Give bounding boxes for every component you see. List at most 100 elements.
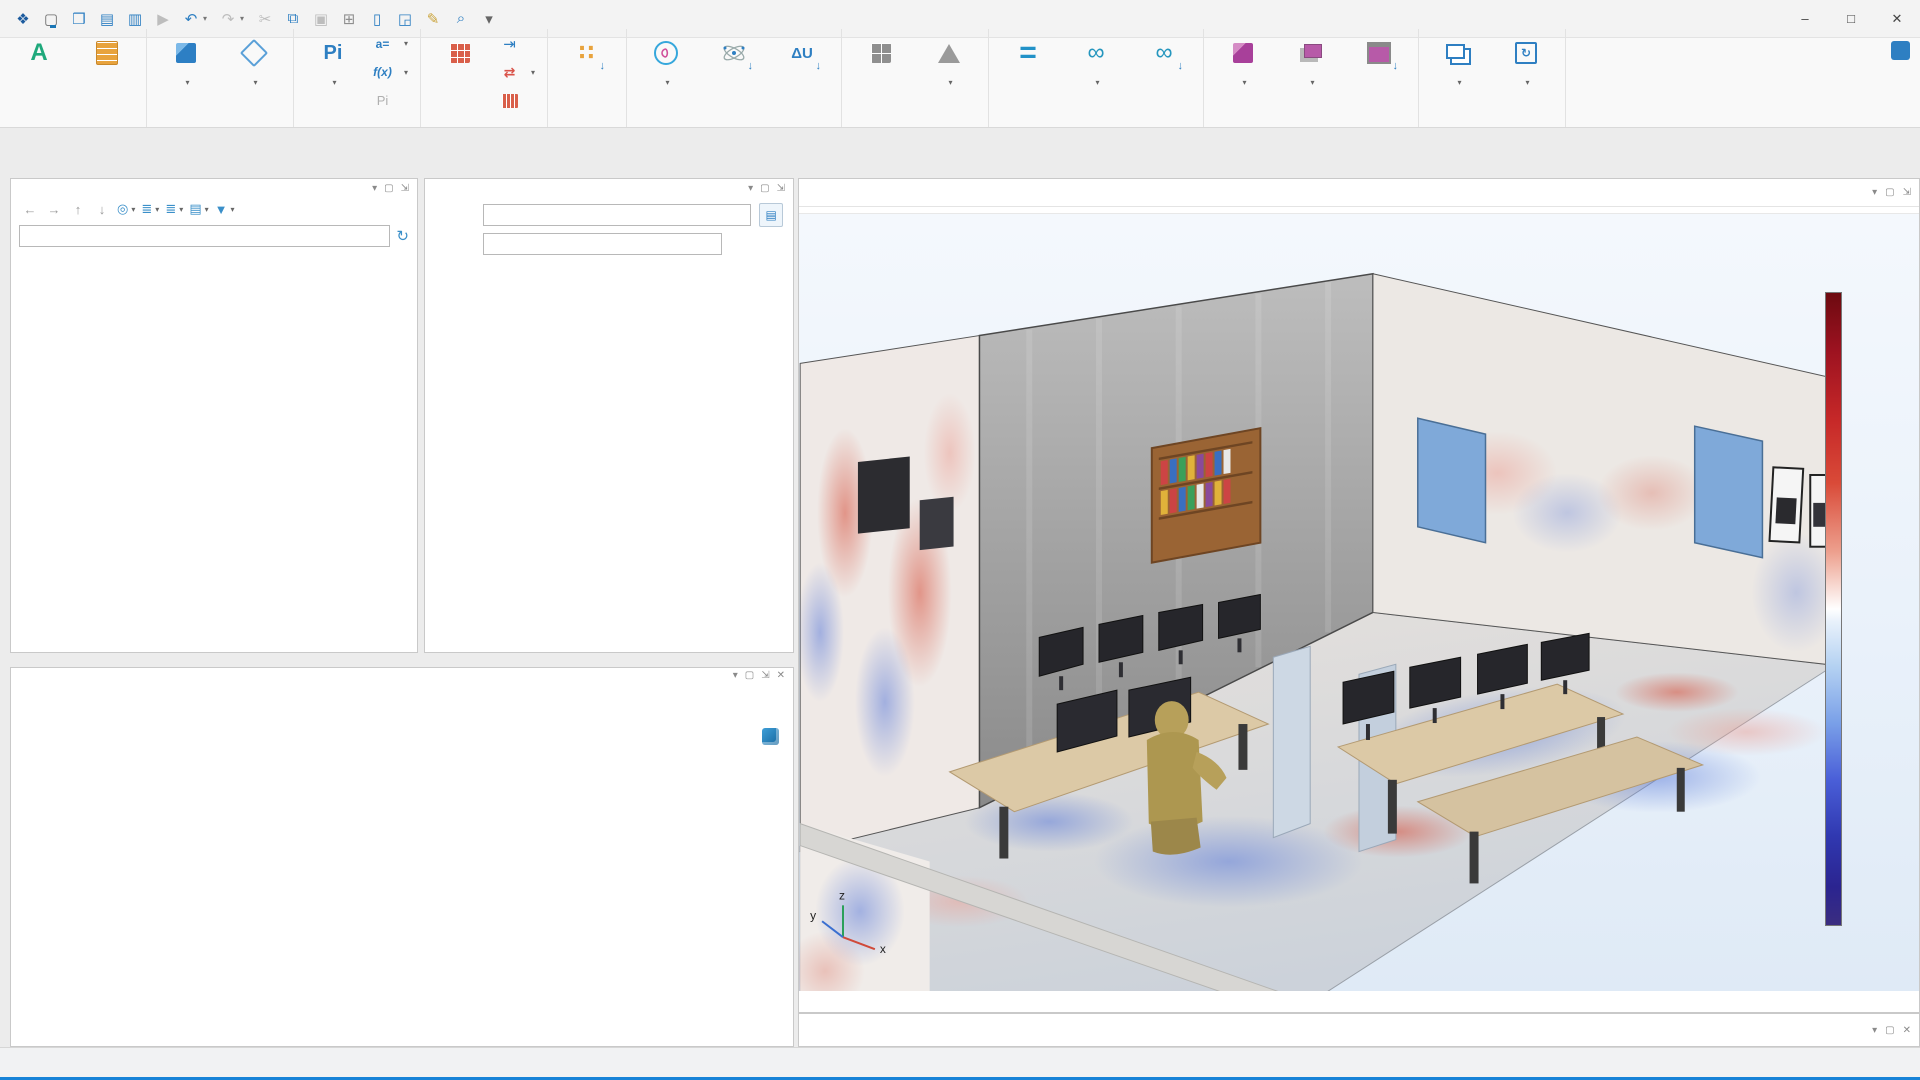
ribbon-import-button[interactable]: ⇥ — [495, 35, 541, 53]
select-box-icon[interactable]: ◲ — [392, 6, 418, 32]
ribbon-part-libraries-button[interactable] — [495, 92, 541, 109]
pin-panel-icon[interactable]: ⇲ — [761, 670, 769, 681]
panel-menu-icon[interactable]: ▾ — [1872, 1025, 1877, 1036]
menu-file[interactable] — [14, 0, 40, 28]
close-panel-icon[interactable]: ✕ — [1903, 1025, 1911, 1036]
reset-desktop-icon: ↻ — [1509, 36, 1543, 70]
refresh-filter-icon[interactable]: ↻ — [396, 227, 409, 245]
comsol-logo-chip[interactable] — [762, 728, 779, 745]
mesh-icon — [932, 36, 966, 70]
graphics-panel: ▾ ▢ ⇲ z y x — [798, 178, 1920, 1013]
duplicate-icon[interactable]: ⊞ — [336, 6, 362, 32]
move-up-arrow[interactable]: ↑ — [69, 199, 87, 219]
ribbon-add-material-button[interactable]: ∷ — [554, 33, 620, 111]
float-panel-icon[interactable]: ▢ — [1885, 187, 1894, 198]
ribbon-livelink-button[interactable]: ⇄ ▾ — [495, 64, 541, 81]
ribbon-group-geometry: ⇥ ⇄ ▾ — [421, 29, 549, 127]
ribbon-add-component-button[interactable]: ▾ — [221, 33, 287, 111]
close-button[interactable]: ✕ — [1874, 0, 1920, 37]
name-field[interactable] — [483, 233, 722, 255]
graphics-canvas[interactable]: z y x — [799, 214, 1919, 991]
minimize-button[interactable]: – — [1782, 0, 1828, 37]
ribbon: A▾▾Pi▾a=▾f(x)▾Pi⇥⇄▾∷▾ΔU▾=∞▾∞▾▾▾↻▾ — [0, 29, 1920, 128]
forward-arrow[interactable]: → — [45, 199, 63, 219]
ribbon-compute-button[interactable]: = — [995, 33, 1061, 111]
pin-panel-icon[interactable]: ⇲ — [777, 183, 785, 194]
menu-geometry[interactable] — [92, 0, 118, 28]
back-arrow[interactable]: ← — [21, 199, 39, 219]
menu-study[interactable] — [196, 0, 222, 28]
ribbon-model-manager-button[interactable] — [74, 33, 140, 111]
paste-icon[interactable]: ▣ — [308, 6, 334, 32]
ribbon-study-button[interactable]: ∞ ▾ — [1063, 33, 1129, 111]
study-icon: ∞ — [1087, 39, 1105, 66]
ribbon-mesh-button[interactable]: ▾ — [916, 33, 982, 111]
menu-definitions[interactable] — [66, 0, 92, 28]
result-templates-icon — [1362, 36, 1398, 72]
float-panel-icon[interactable]: ▢ — [384, 183, 393, 194]
float-panel-icon[interactable]: ▢ — [1885, 1025, 1894, 1036]
ribbon-group-results: ▾ ▾ — [1204, 29, 1420, 127]
ribbon-reset-desktop-button[interactable]: ↻ ▾ — [1493, 33, 1559, 111]
ribbon-functions-button[interactable]: f(x) ▾ — [368, 64, 414, 81]
filter-icon[interactable]: ▼ ▾ — [215, 199, 235, 219]
settings-panel: ▾ ▢ ⇲ ▤ — [424, 178, 794, 653]
menu-home[interactable] — [40, 0, 66, 28]
label-field[interactable] — [482, 204, 752, 226]
ribbon-room-textures-button[interactable]: ▾ — [1210, 33, 1276, 111]
ribbon-group-workspace: A — [0, 29, 147, 127]
help-button[interactable] — [1891, 41, 1910, 60]
close-panel-icon[interactable]: ✕ — [777, 670, 785, 681]
pin-panel-icon[interactable]: ⇲ — [401, 183, 409, 194]
dock-tab-bar: ▾ ▢ ✕ — [798, 1013, 1920, 1047]
delete-icon[interactable]: ▯ — [364, 6, 390, 32]
ribbon-app-builder-button[interactable]: A — [6, 33, 72, 111]
float-panel-icon[interactable]: ▢ — [760, 183, 769, 194]
menu-materials[interactable] — [118, 0, 144, 28]
model-tree-options-icon[interactable]: ▤ ▾ — [189, 199, 208, 219]
ribbon-add-study-button[interactable]: ∞ — [1131, 33, 1197, 111]
menu-results[interactable] — [222, 0, 248, 28]
ribbon-add-physics-button[interactable] — [701, 33, 767, 111]
collapse-all-icon[interactable]: ≣ ▾ — [141, 199, 159, 219]
build-all-icon — [443, 36, 477, 70]
windows-icon — [1441, 36, 1475, 70]
colorbar-gradient — [1825, 292, 1842, 926]
ribbon-variables-button[interactable]: a= ▾ — [368, 35, 414, 52]
ribbon-windows-button[interactable]: ▾ — [1425, 33, 1491, 111]
ribbon-add-plot-group-button[interactable]: ▾ — [1278, 33, 1344, 111]
copy-icon[interactable]: ⧉ — [280, 6, 306, 32]
menu-physics[interactable] — [144, 0, 170, 28]
pin-panel-icon[interactable]: ⇲ — [1903, 187, 1911, 198]
ribbon-component-button[interactable]: ▾ — [153, 33, 219, 111]
ribbon-result-templates-button[interactable] — [1346, 33, 1412, 111]
panel-menu-icon[interactable]: ▾ — [733, 670, 738, 681]
expand-all-icon[interactable]: ≣ ▾ — [165, 199, 183, 219]
rename-icon[interactable]: ▤ — [759, 203, 783, 227]
highlight-icon[interactable]: ✎ — [420, 6, 446, 32]
more-icon[interactable]: ▾ — [476, 6, 502, 32]
panel-menu-icon[interactable]: ▾ — [1872, 187, 1877, 198]
functions-icon: f(x) — [373, 65, 392, 79]
move-down-arrow[interactable]: ↓ — [93, 199, 111, 219]
float-panel-icon[interactable]: ▢ — [745, 670, 754, 681]
tree-filter-input[interactable] — [19, 225, 391, 247]
panel-window-buttons: ▾ ▢ ✕ — [1872, 1025, 1911, 1036]
compute-icon: = — [1019, 36, 1037, 69]
menu-developer[interactable] — [248, 0, 274, 28]
panel-menu-icon[interactable]: ▾ — [372, 183, 377, 194]
menu-mesh[interactable] — [170, 0, 196, 28]
parameters-icon: Pi — [323, 41, 343, 64]
ribbon-group-layout: ▾ ↻ ▾ — [1419, 29, 1567, 127]
ribbon-build-all-button[interactable] — [427, 33, 493, 111]
ribbon-add-mathematics-button[interactable]: ΔU — [769, 33, 835, 111]
ribbon-group-definitions: Pi ▾ a= ▾ f(x) ▾ Pi — [294, 29, 422, 127]
show-icon[interactable]: ◎ ▾ — [117, 199, 135, 219]
scene-3d[interactable]: z y x — [799, 214, 1919, 991]
panel-menu-icon[interactable]: ▾ — [748, 183, 753, 194]
maximize-button[interactable]: □ — [1828, 0, 1874, 37]
ribbon-parameters-button[interactable]: Pi ▾ — [300, 33, 366, 111]
ribbon-acoustics-button[interactable]: ▾ — [633, 33, 699, 111]
ribbon-build-mesh-button[interactable] — [848, 33, 914, 111]
preview-icon[interactable]: ⌕ — [448, 6, 474, 32]
